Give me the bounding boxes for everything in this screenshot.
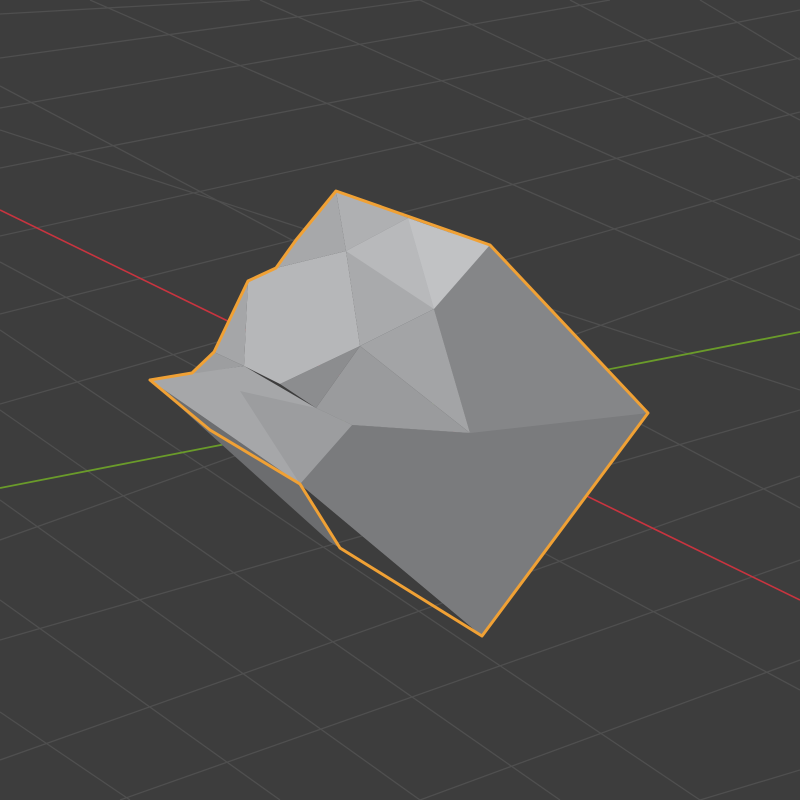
3d-viewport[interactable] — [0, 0, 800, 800]
